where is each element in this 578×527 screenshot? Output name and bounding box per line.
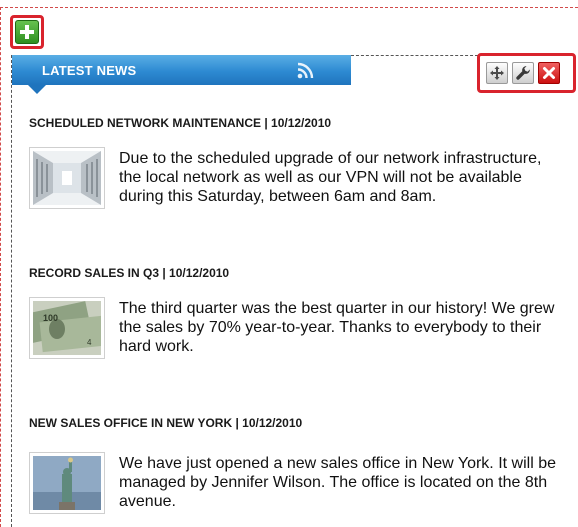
server-room-image (33, 151, 101, 205)
news-heading[interactable]: NEW SALES OFFICE IN NEW YORK | 10/12/201… (29, 416, 302, 430)
news-body: The third quarter was the best quarter i… (119, 300, 555, 355)
page-frame-left (0, 7, 1, 527)
news-body: Due to the scheduled upgrade of our netw… (119, 150, 542, 205)
news-body: We have just opened a new sales office i… (119, 455, 556, 510)
settings-button[interactable] (512, 62, 534, 84)
move-button[interactable] (486, 62, 508, 84)
svg-text:4: 4 (87, 338, 92, 347)
widget-title: LATEST NEWS (42, 63, 137, 78)
widget-toolbar (477, 53, 576, 93)
dollar-bills-image: 100 4 (33, 301, 101, 355)
plus-icon (15, 20, 39, 44)
svg-text:100: 100 (43, 313, 58, 323)
page-frame-top (0, 7, 578, 8)
wrench-icon (516, 66, 530, 80)
add-widget-button[interactable] (10, 15, 44, 49)
move-icon (490, 66, 504, 80)
close-button[interactable] (538, 62, 560, 84)
widget-frame-left (11, 55, 12, 527)
news-thumbnail[interactable] (29, 452, 105, 514)
close-icon (543, 67, 555, 79)
rss-icon[interactable] (296, 61, 315, 80)
header-pointer (28, 85, 46, 94)
news-thumbnail[interactable]: 100 4 (29, 297, 105, 359)
news-heading[interactable]: RECORD SALES IN Q3 | 10/12/2010 (29, 266, 229, 280)
statue-of-liberty-image (33, 456, 101, 510)
news-thumbnail[interactable] (29, 147, 105, 209)
header-divider (351, 55, 478, 56)
news-heading[interactable]: SCHEDULED NETWORK MAINTENANCE | 10/12/20… (29, 116, 331, 130)
